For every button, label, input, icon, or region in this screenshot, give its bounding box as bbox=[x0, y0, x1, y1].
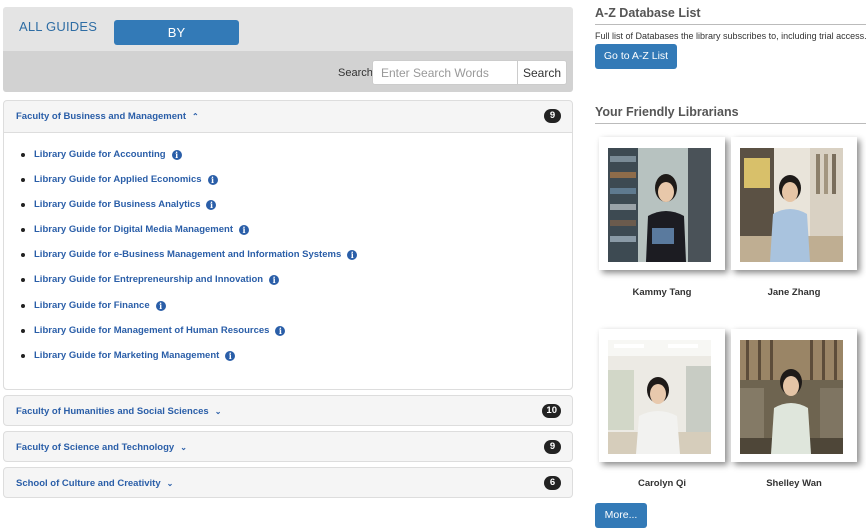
guide-link[interactable]: Library Guide for Business Analytics bbox=[34, 199, 200, 210]
faculty-accordion: Faculty of Business and Management ⌃ 9 Li… bbox=[3, 100, 573, 498]
list-item: Library Guide for Applied Economics i bbox=[21, 174, 572, 199]
librarian-photo bbox=[608, 340, 711, 454]
guide-link[interactable]: Library Guide for Entrepreneurship and I… bbox=[34, 274, 263, 285]
guide-link[interactable]: Library Guide for Management of Human Re… bbox=[34, 325, 269, 336]
faculty-header-business[interactable]: Faculty of Business and Management ⌃ 9 bbox=[4, 101, 572, 132]
guide-count-badge: 10 bbox=[542, 404, 561, 418]
list-item: Library Guide for Finance i bbox=[21, 300, 572, 325]
info-icon[interactable]: i bbox=[225, 350, 236, 361]
search-button[interactable]: Search bbox=[517, 60, 567, 85]
chevron-down-icon: ⌄ bbox=[214, 407, 222, 416]
guide-count-badge: 9 bbox=[544, 440, 561, 454]
librarian-photo bbox=[740, 148, 843, 262]
info-icon[interactable]: i bbox=[275, 325, 286, 336]
librarian-card[interactable] bbox=[599, 329, 725, 462]
guide-count-badge: 9 bbox=[544, 109, 561, 123]
faculty-panel-culture[interactable]: School of Culture and Creativity ⌄ 6 bbox=[3, 467, 573, 498]
guide-link[interactable]: Library Guide for Applied Economics bbox=[34, 174, 202, 185]
more-librarians-button[interactable]: More... bbox=[595, 503, 647, 528]
faculty-title[interactable]: Faculty of Science and Technology ⌄ bbox=[16, 442, 187, 453]
info-icon[interactable]: i bbox=[206, 200, 217, 211]
info-icon[interactable]: i bbox=[155, 300, 166, 311]
faculty-body-business: Library Guide for Accounting i Library Gu… bbox=[4, 132, 572, 389]
librarian-card[interactable] bbox=[731, 137, 857, 270]
guide-link[interactable]: Library Guide for Finance bbox=[34, 300, 150, 311]
faculty-panel-business: Faculty of Business and Management ⌃ 9 Li… bbox=[3, 100, 573, 390]
az-list-button[interactable]: Go to A-Z List bbox=[595, 44, 677, 69]
faculty-header-culture[interactable]: School of Culture and Creativity ⌄ 6 bbox=[4, 468, 572, 499]
librarian-name[interactable]: Kammy Tang bbox=[599, 287, 725, 298]
faculty-title[interactable]: Faculty of Business and Management ⌃ bbox=[16, 111, 199, 122]
divider bbox=[595, 24, 866, 25]
librarian-photo bbox=[608, 148, 711, 262]
info-icon[interactable]: i bbox=[269, 275, 280, 286]
info-icon[interactable]: i bbox=[347, 250, 358, 261]
list-item: Library Guide for Marketing Management i bbox=[21, 350, 572, 375]
tab-by-faculty[interactable]: BY FACULTY/SCHOOL bbox=[114, 20, 239, 65]
chevron-down-icon: ⌄ bbox=[180, 443, 187, 452]
faculty-title[interactable]: School of Culture and Creativity ⌄ bbox=[16, 478, 173, 489]
tab-all-guides[interactable]: ALL GUIDES bbox=[19, 19, 97, 34]
list-item: Library Guide for Management of Human Re… bbox=[21, 325, 572, 350]
guide-list: Library Guide for Accounting i Library Gu… bbox=[4, 149, 572, 375]
tab-row: ALL GUIDES BY FACULTY/SCHOOL bbox=[3, 7, 573, 65]
info-icon[interactable]: i bbox=[207, 175, 218, 186]
guide-count-badge: 6 bbox=[544, 476, 561, 490]
librarian-card[interactable] bbox=[731, 329, 857, 462]
faculty-title[interactable]: Faculty of Humanities and Social Science… bbox=[16, 406, 221, 417]
list-item: Library Guide for Business Analytics i bbox=[21, 199, 572, 224]
librarian-name[interactable]: Carolyn Qi bbox=[599, 478, 725, 489]
faculty-panel-science[interactable]: Faculty of Science and Technology ⌄ 9 bbox=[3, 431, 573, 462]
librarian-photo bbox=[740, 340, 843, 454]
az-title: A-Z Database List bbox=[595, 6, 701, 20]
az-description: Full list of Databases the library subsc… bbox=[595, 31, 866, 41]
info-icon[interactable]: i bbox=[239, 225, 250, 236]
guide-link[interactable]: Library Guide for e-Business Management … bbox=[34, 249, 341, 260]
list-item: Library Guide for Accounting i bbox=[21, 149, 572, 174]
guide-link[interactable]: Library Guide for Marketing Management bbox=[34, 350, 219, 361]
info-icon[interactable]: i bbox=[171, 150, 182, 160]
list-item: Library Guide for e-Business Management … bbox=[21, 249, 572, 274]
search-input[interactable] bbox=[372, 60, 518, 85]
librarians-title: Your Friendly Librarians bbox=[595, 105, 739, 119]
librarian-name[interactable]: Shelley Wan bbox=[731, 478, 857, 489]
search-bar: Search: Search bbox=[3, 51, 573, 92]
librarian-name[interactable]: Jane Zhang bbox=[731, 287, 857, 298]
chevron-up-icon: ⌃ bbox=[191, 112, 199, 121]
faculty-header-science[interactable]: Faculty of Science and Technology ⌄ 9 bbox=[4, 432, 572, 463]
search-label: Search: bbox=[338, 67, 376, 79]
guide-filter-panel: ALL GUIDES BY FACULTY/SCHOOL Search: Sea… bbox=[3, 7, 573, 92]
chevron-down-icon: ⌄ bbox=[166, 479, 174, 488]
list-item: Library Guide for Entrepreneurship and I… bbox=[21, 274, 572, 299]
guide-link[interactable]: Library Guide for Digital Media Manageme… bbox=[34, 224, 233, 235]
guide-link[interactable]: Library Guide for Accounting bbox=[34, 149, 166, 160]
list-item: Library Guide for Digital Media Manageme… bbox=[21, 224, 572, 249]
librarian-card[interactable] bbox=[599, 137, 725, 270]
faculty-header-humanities[interactable]: Faculty of Humanities and Social Science… bbox=[4, 396, 572, 427]
divider bbox=[595, 123, 866, 124]
faculty-panel-humanities[interactable]: Faculty of Humanities and Social Science… bbox=[3, 395, 573, 426]
